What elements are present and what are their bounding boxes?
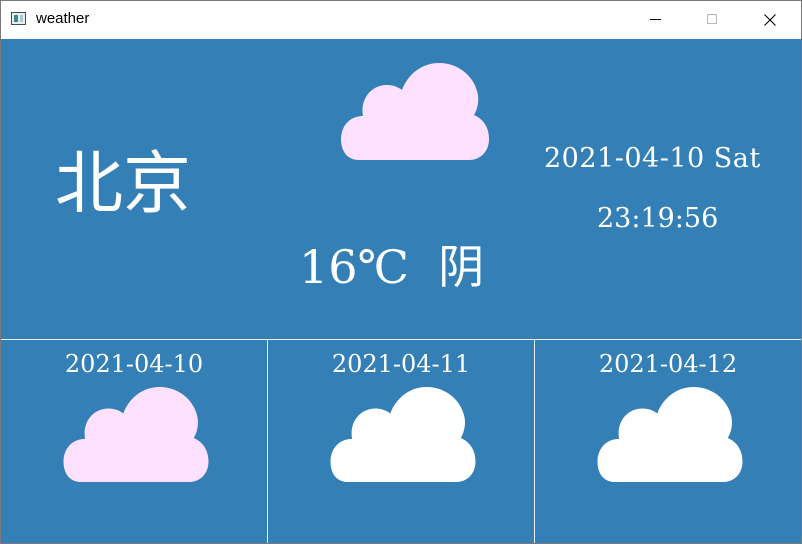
temp-gap: [409, 240, 438, 294]
cloud-icon: [63, 387, 209, 483]
maximize-icon: [707, 14, 717, 24]
close-button[interactable]: [747, 1, 793, 39]
forecast-day: 2021-04-10: [1, 340, 267, 543]
cloud-icon: [330, 387, 476, 483]
minimize-icon: [650, 19, 661, 20]
current-date: 2021-04-10 Sat: [544, 143, 761, 174]
forecast-date: 2021-04-12: [598, 350, 738, 378]
maximize-button[interactable]: [689, 1, 735, 39]
title-bar[interactable]: weather: [1, 1, 801, 39]
forecast-date: 2021-04-10: [64, 350, 204, 378]
current-cloud-shape: [341, 63, 489, 160]
current-time: 23:19:56: [597, 203, 719, 234]
weather-panel: 北京 16℃ 阴 2021-04-10 Sat 23:19:56 2021-04…: [1, 39, 801, 543]
cloud-icon: [597, 387, 743, 483]
cloud-icon: [341, 63, 489, 160]
window-title: weather: [36, 10, 90, 27]
forecast-day: 2021-04-11: [268, 340, 534, 543]
forecast-cloud-shape: [597, 387, 743, 483]
forecast-cloud-shape: [63, 387, 209, 483]
forecast-day: 2021-04-12: [535, 340, 801, 543]
app-window: weather 北京 16℃ 阴 2021-04-10 Sat 23:19:56…: [0, 0, 802, 544]
minimize-button[interactable]: [633, 1, 679, 39]
city-name: 北京: [55, 145, 192, 224]
temperature-value: 16℃: [299, 240, 409, 294]
app-icon: [11, 12, 26, 25]
forecast-cloud-shape: [330, 387, 476, 483]
forecast-date: 2021-04-11: [331, 350, 471, 378]
weather-condition: 阴: [438, 240, 485, 294]
temperature-condition: 16℃ 阴: [299, 237, 519, 297]
close-icon: [764, 14, 776, 26]
